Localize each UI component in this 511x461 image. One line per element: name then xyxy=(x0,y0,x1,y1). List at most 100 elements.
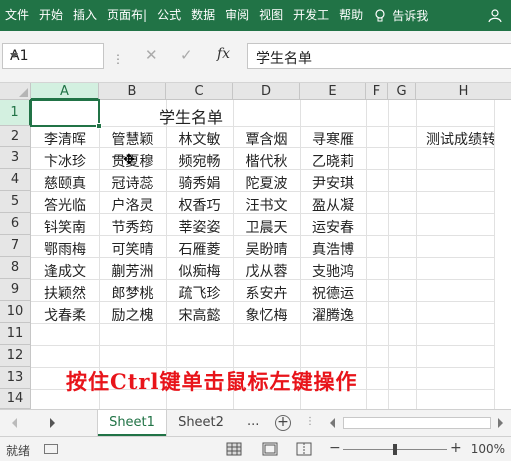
name-cell[interactable]: 真浩博 xyxy=(300,239,366,259)
tab-developer[interactable]: 开发工 xyxy=(288,0,334,31)
column-header-a[interactable]: A xyxy=(31,83,99,100)
name-cell[interactable]: 运安春 xyxy=(300,217,366,237)
chevron-down-icon[interactable] xyxy=(10,53,18,58)
name-cell[interactable]: 卞冰珍 xyxy=(31,151,99,171)
tab-help[interactable]: 帮助 xyxy=(334,0,368,31)
add-sheet-button[interactable]: + xyxy=(275,415,291,431)
column-header-f[interactable]: F xyxy=(366,83,388,100)
tab-scroll-right-icon[interactable] xyxy=(50,418,55,428)
row-header-13[interactable]: 13 xyxy=(0,367,31,389)
name-cell[interactable]: 戊从蓉 xyxy=(233,261,300,281)
name-cell[interactable]: 莘姿姿 xyxy=(166,217,233,237)
name-cell[interactable]: 寻寒雁 xyxy=(300,129,366,149)
column-header-e[interactable]: E xyxy=(300,83,366,100)
name-cell[interactable]: 鄂雨梅 xyxy=(31,239,99,259)
macro-record-icon[interactable] xyxy=(44,444,58,454)
name-cell[interactable]: 蒯芳洲 xyxy=(99,261,166,281)
name-cell[interactable]: 李清晖 xyxy=(31,129,99,149)
name-cell[interactable]: 答光临 xyxy=(31,195,99,215)
active-cell-a1[interactable] xyxy=(30,99,102,129)
tab-data[interactable]: 数据 xyxy=(186,0,220,31)
row-header-7[interactable]: 7 xyxy=(0,235,31,257)
name-cell[interactable]: 权香巧 xyxy=(166,195,233,215)
tab-home[interactable]: 开始 xyxy=(34,0,68,31)
row-header-14[interactable]: 14 xyxy=(0,389,31,409)
name-cell[interactable]: 祝德运 xyxy=(300,283,366,303)
page-layout-view-icon[interactable] xyxy=(262,442,278,456)
name-cell[interactable]: 盈从凝 xyxy=(300,195,366,215)
tab-scroll-left-icon[interactable] xyxy=(12,418,17,428)
tell-me-box[interactable]: 告诉我 xyxy=(374,7,428,24)
tab-page-layout[interactable]: 页面布| xyxy=(102,0,152,31)
name-cell[interactable]: 濯腾逸 xyxy=(300,305,366,325)
column-header-h[interactable]: H xyxy=(416,83,511,100)
cell-area[interactable]: 学生名单 李清晖 管慧颖 林文敏 覃含烟 寻寒雁 测试成绩转 卞冰珍 贯夏穆 频… xyxy=(30,99,511,409)
enter-icon[interactable]: ✓ xyxy=(180,46,193,64)
name-cell[interactable]: 宋高懿 xyxy=(166,305,233,325)
row-header-8[interactable]: 8 xyxy=(0,257,31,279)
name-cell[interactable]: 管慧颖 xyxy=(99,129,166,149)
name-cell[interactable]: 支驰鸿 xyxy=(300,261,366,281)
sheet-tab-more[interactable]: ... xyxy=(247,414,259,429)
row-header-1[interactable]: 1 xyxy=(0,100,31,126)
tab-file[interactable]: 文件 xyxy=(0,0,34,31)
cancel-icon[interactable]: ✕ xyxy=(145,46,158,64)
name-cell[interactable]: 戈春柔 xyxy=(31,305,99,325)
name-cell[interactable]: 陀夏波 xyxy=(233,173,300,193)
name-box[interactable]: A1 xyxy=(2,43,104,69)
tab-formulas[interactable]: 公式 xyxy=(152,0,186,31)
name-cell[interactable]: 林文敏 xyxy=(166,129,233,149)
name-cell[interactable]: 节秀筠 xyxy=(99,217,166,237)
sheet-tab-sheet2[interactable]: Sheet2 xyxy=(166,410,236,436)
name-cell[interactable]: 石雁菱 xyxy=(166,239,233,259)
sheet-title-cell[interactable]: 学生名单 xyxy=(159,104,223,128)
row-header-4[interactable]: 4 xyxy=(0,169,31,191)
tab-review[interactable]: 审阅 xyxy=(220,0,254,31)
name-cell[interactable]: 扶颖然 xyxy=(31,283,99,303)
name-cell[interactable]: 系安卉 xyxy=(233,283,300,303)
zoom-slider-thumb[interactable] xyxy=(393,444,397,455)
name-cell[interactable]: 乙晓莉 xyxy=(300,151,366,171)
name-cell[interactable]: 覃含烟 xyxy=(233,129,300,149)
share-button[interactable] xyxy=(479,0,511,31)
name-cell[interactable]: 汪书文 xyxy=(233,195,300,215)
name-cell[interactable]: 卫晨天 xyxy=(233,217,300,237)
row-header-12[interactable]: 12 xyxy=(0,345,31,367)
row-header-9[interactable]: 9 xyxy=(0,279,31,301)
name-cell[interactable]: 励之槐 xyxy=(99,305,166,325)
row-header-6[interactable]: 6 xyxy=(0,213,31,235)
select-all-button[interactable] xyxy=(0,83,31,100)
name-cell[interactable]: 尹安琪 xyxy=(300,173,366,193)
tab-view[interactable]: 视图 xyxy=(254,0,288,31)
tab-insert[interactable]: 插入 xyxy=(68,0,102,31)
name-cell[interactable]: 逢成文 xyxy=(31,261,99,281)
scroll-right-icon[interactable] xyxy=(498,418,503,428)
scroll-left-icon[interactable] xyxy=(330,418,335,428)
row-header-5[interactable]: 5 xyxy=(0,191,31,213)
name-cell[interactable]: 骑秀娟 xyxy=(166,173,233,193)
row-header-3[interactable]: 3 xyxy=(0,147,31,169)
name-cell[interactable]: 钭笑南 xyxy=(31,217,99,237)
name-cell[interactable]: 疏飞珍 xyxy=(166,283,233,303)
horizontal-scrollbar[interactable] xyxy=(343,417,491,429)
column-header-c[interactable]: C xyxy=(166,83,233,100)
zoom-in-button[interactable]: + xyxy=(450,440,462,456)
name-cell[interactable]: 吴盼晴 xyxy=(233,239,300,259)
sheet-tab-sheet1[interactable]: Sheet1 xyxy=(98,410,166,436)
column-header-d[interactable]: D xyxy=(233,83,300,100)
name-cell[interactable]: 郎梦桃 xyxy=(99,283,166,303)
name-cell[interactable]: 象忆梅 xyxy=(233,305,300,325)
name-cell[interactable]: 户洛灵 xyxy=(99,195,166,215)
zoom-out-button[interactable]: − xyxy=(329,440,341,456)
formula-input[interactable]: 学生名单 xyxy=(247,43,511,69)
name-cell[interactable]: 可笑晴 xyxy=(99,239,166,259)
name-cell[interactable]: 慈颐真 xyxy=(31,173,99,193)
splitter-handle-icon[interactable]: ⋮ xyxy=(305,416,315,427)
insert-function-icon[interactable]: fx xyxy=(217,46,230,62)
vertical-scrollbar[interactable] xyxy=(494,100,511,409)
name-cell[interactable]: 似痴梅 xyxy=(166,261,233,281)
row-header-2[interactable]: 2 xyxy=(0,126,31,147)
name-cell[interactable]: 楷代秋 xyxy=(233,151,300,171)
page-break-view-icon[interactable] xyxy=(296,442,312,456)
normal-view-icon[interactable] xyxy=(226,442,242,456)
